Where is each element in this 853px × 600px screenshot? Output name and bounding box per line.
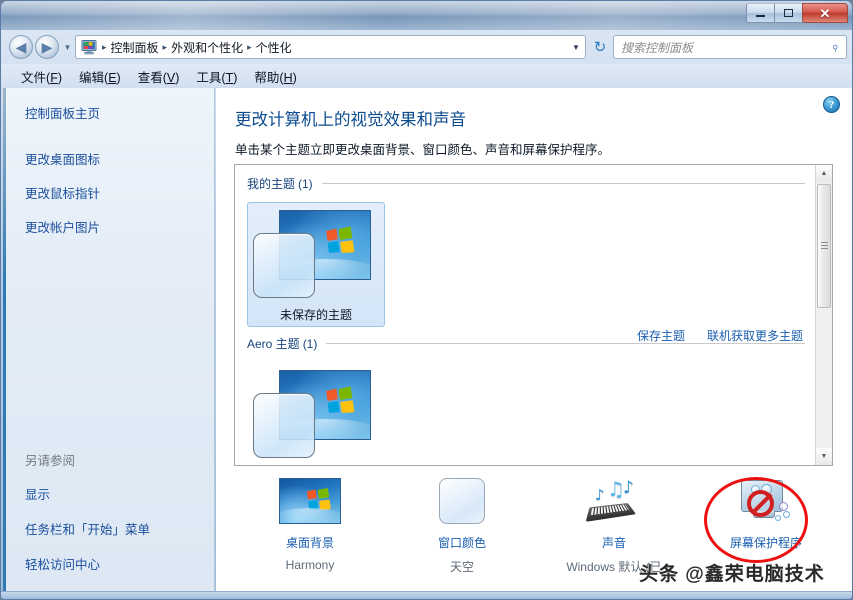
scroll-up-button[interactable]: ▲ bbox=[816, 165, 832, 182]
back-arrow-icon: ◀ bbox=[15, 39, 27, 55]
group-header-my-themes: 我的主题 (1) bbox=[247, 175, 817, 192]
see-also-section: 另请参阅 显示 任务栏和「开始」菜单 轻松访问中心 bbox=[25, 450, 215, 573]
bubble-icon bbox=[783, 511, 790, 518]
save-theme-link[interactable]: 保存主题 bbox=[637, 327, 685, 344]
task-label[interactable]: 桌面背景 bbox=[286, 534, 334, 551]
task-desktop-background[interactable]: 桌面背景 Harmony bbox=[234, 476, 386, 586]
music-note-icon: ♪ bbox=[595, 486, 605, 504]
task-label[interactable]: 窗口颜色 bbox=[438, 534, 486, 551]
sidebar-item-display[interactable]: 显示 bbox=[25, 484, 215, 503]
theme-tile-unsaved[interactable]: 未保存的主题 bbox=[247, 202, 385, 327]
window-bottom-chrome bbox=[1, 591, 852, 599]
refresh-icon: ↻ bbox=[593, 38, 607, 56]
sound-icon: ♪ ♫ ♪ bbox=[583, 478, 645, 526]
scroll-down-button[interactable]: ▼ bbox=[816, 448, 832, 465]
main-pane: ? 更改计算机上的视觉效果和声音 单击某个主题立即更改桌面背景、窗口颜色、声音和… bbox=[216, 88, 852, 593]
search-input[interactable]: 搜索控制面板 bbox=[621, 39, 824, 56]
page-title: 更改计算机上的视觉效果和声音 bbox=[235, 111, 466, 129]
prohibition-icon bbox=[747, 490, 774, 517]
search-icon: ⌕ bbox=[826, 39, 843, 55]
sidebar-item-ease-of-access-center[interactable]: 轻松访问中心 bbox=[25, 554, 215, 573]
minimize-icon bbox=[747, 4, 774, 22]
bubble-icon bbox=[779, 502, 788, 511]
personalization-icon bbox=[80, 39, 98, 55]
breadcrumb-appearance[interactable]: 外观和个性化 bbox=[168, 38, 246, 57]
windows-flag-icon bbox=[326, 385, 355, 414]
theme-thumbnail bbox=[253, 368, 379, 460]
caption-button-group: ✕ bbox=[746, 3, 848, 25]
titlebar-sheen bbox=[1, 1, 852, 15]
task-label[interactable]: 声音 bbox=[602, 534, 626, 551]
address-bar[interactable]: ▸ 控制面板 ▸ 外观和个性化 ▸ 个性化 ▼ bbox=[75, 35, 586, 59]
maximize-icon bbox=[775, 4, 802, 22]
theme-action-links: 保存主题 联机获取更多主题 bbox=[637, 327, 803, 344]
close-button[interactable]: ✕ bbox=[802, 3, 848, 23]
menu-file[interactable]: 文件(F) bbox=[15, 65, 73, 88]
theme-tile-aero[interactable] bbox=[247, 362, 385, 464]
breadcrumb-personalization[interactable]: 个性化 bbox=[253, 38, 295, 57]
menu-edit[interactable]: 编辑(E) bbox=[73, 65, 132, 88]
sidebar-item-change-mouse-pointers[interactable]: 更改鼠标指针 bbox=[25, 183, 214, 202]
window-preview bbox=[253, 233, 315, 298]
close-icon: ✕ bbox=[819, 5, 831, 21]
sidebar-item-change-account-picture[interactable]: 更改帐户图片 bbox=[25, 217, 214, 236]
keyboard-icon bbox=[585, 502, 637, 522]
task-value: 天空 bbox=[449, 560, 474, 574]
theme-list-scrollbar[interactable]: ▲ ▼ bbox=[815, 165, 832, 465]
recent-pages-dropdown[interactable]: ▼ bbox=[63, 43, 72, 52]
menu-tools[interactable]: 工具(T) bbox=[190, 65, 248, 88]
theme-name: 未保存的主题 bbox=[279, 308, 352, 322]
pane-edge-accent bbox=[3, 88, 6, 593]
window-preview bbox=[253, 393, 315, 458]
menu-view[interactable]: 查看(V) bbox=[132, 65, 191, 88]
minimize-button[interactable] bbox=[746, 3, 775, 23]
task-label[interactable]: 屏幕保护程序 bbox=[730, 534, 802, 551]
sidebar-item-change-desktop-icons[interactable]: 更改桌面图标 bbox=[25, 149, 214, 168]
windows-flag-icon bbox=[306, 487, 331, 511]
help-icon[interactable]: ? bbox=[823, 96, 840, 113]
task-value: Harmony bbox=[285, 558, 335, 572]
see-also-title: 另请参阅 bbox=[25, 454, 76, 468]
window-color-icon bbox=[431, 478, 493, 526]
sidebar-item-taskbar-start-menu[interactable]: 任务栏和「开始」菜单 bbox=[25, 519, 215, 538]
navigation-links: 控制面板主页 更改桌面图标 更改鼠标指针 更改帐户图片 bbox=[3, 88, 214, 236]
content-area: 控制面板主页 更改桌面图标 更改鼠标指针 更改帐户图片 另请参阅 显示 任务栏和… bbox=[3, 88, 852, 593]
get-more-themes-online-link[interactable]: 联机获取更多主题 bbox=[707, 327, 803, 344]
caret-down-icon: ▼ bbox=[820, 453, 828, 460]
watermark: 头条 @鑫荣电脑技术 bbox=[639, 564, 825, 585]
desktop-background-icon bbox=[279, 478, 341, 526]
group-rule bbox=[321, 183, 805, 184]
control-panel-window: ✕ ◀ ▶ ▼ ▸ 控制面板 ▸ 外观和个性化 ▸ 个性化 ▼ ↻ 搜索控制面板… bbox=[0, 0, 853, 600]
breadcrumb-control-panel[interactable]: 控制面板 bbox=[108, 38, 162, 57]
task-window-color[interactable]: 窗口颜色 天空 bbox=[386, 476, 538, 586]
navigation-pane: 控制面板主页 更改桌面图标 更改鼠标指针 更改帐户图片 另请参阅 显示 任务栏和… bbox=[3, 88, 215, 593]
page-subtitle: 单击某个主题立即更改桌面背景、窗口颜色、声音和屏幕保护程序。 bbox=[235, 143, 611, 157]
sidebar-item-control-panel-home[interactable]: 控制面板主页 bbox=[25, 103, 214, 122]
bubble-icon bbox=[775, 515, 781, 521]
maximize-button[interactable] bbox=[774, 3, 803, 23]
music-note-icon: ♪ bbox=[623, 478, 634, 498]
theme-list[interactable]: 我的主题 (1) 未保存的主题 保存主题 联机获取更多主题 Aero 主题 (1… bbox=[234, 164, 833, 466]
forward-arrow-icon: ▶ bbox=[41, 39, 53, 55]
refresh-button[interactable]: ↻ bbox=[590, 37, 610, 57]
menu-bar: 文件(F) 编辑(E) 查看(V) 工具(T) 帮助(H) bbox=[1, 64, 852, 88]
chevron-down-icon: ▼ bbox=[63, 43, 72, 52]
screen-saver-icon bbox=[735, 478, 797, 526]
theme-list-content: 我的主题 (1) 未保存的主题 保存主题 联机获取更多主题 Aero 主题 (1… bbox=[235, 165, 817, 465]
back-button[interactable]: ◀ bbox=[9, 35, 33, 59]
windows-flag-icon bbox=[326, 225, 355, 254]
caret-up-icon: ▲ bbox=[820, 170, 828, 177]
address-dropdown-icon[interactable]: ▼ bbox=[567, 36, 585, 58]
menu-help[interactable]: 帮助(H) bbox=[248, 65, 307, 88]
search-box[interactable]: 搜索控制面板 ⌕ bbox=[613, 35, 847, 59]
address-bar-row: ◀ ▶ ▼ ▸ 控制面板 ▸ 外观和个性化 ▸ 个性化 ▼ ↻ 搜索控制面板 ⌕ bbox=[1, 30, 852, 64]
theme-thumbnail bbox=[253, 208, 379, 300]
title-bar: ✕ bbox=[1, 1, 852, 30]
scrollbar-thumb[interactable] bbox=[817, 184, 831, 308]
scrollbar-grip-icon bbox=[821, 242, 828, 249]
forward-button[interactable]: ▶ bbox=[35, 35, 59, 59]
